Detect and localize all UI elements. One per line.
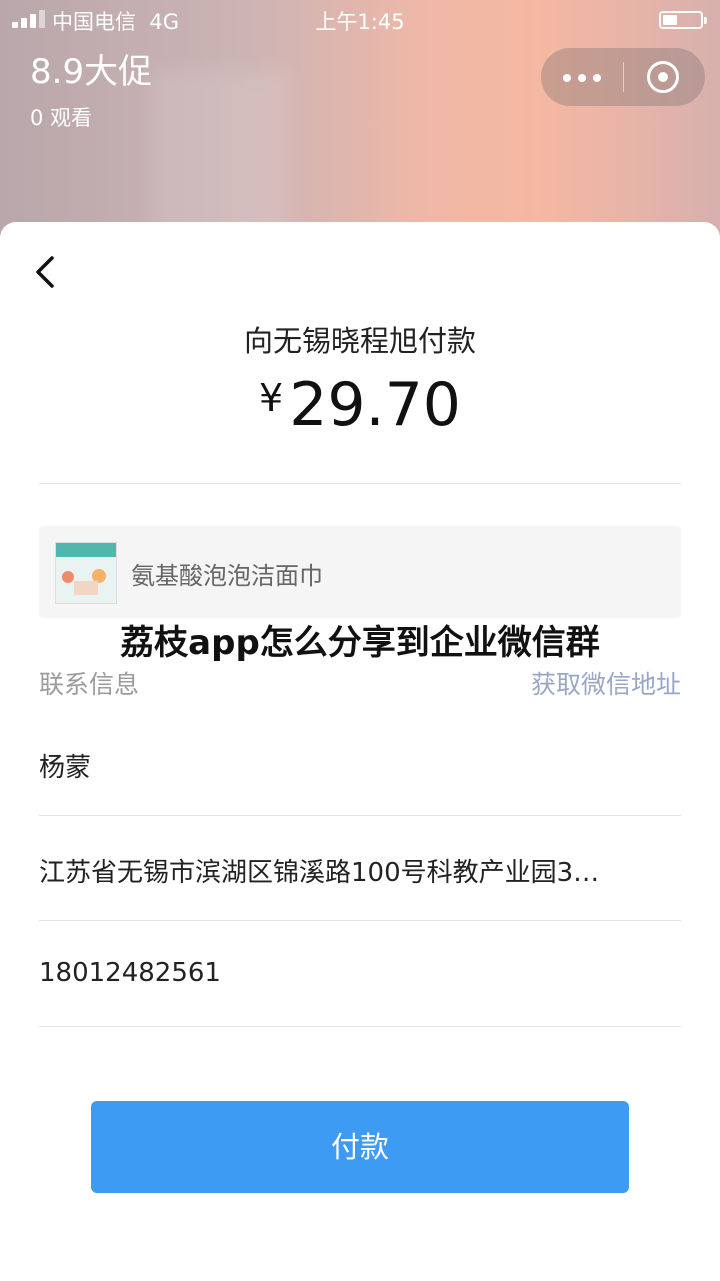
phone-field[interactable]: 18012482561 (39, 958, 681, 988)
payment-sheet: 向无锡晓程旭付款 ¥29.70 氨基酸泡泡洁面巾 联系信息 获取微信地址 杨蒙 … (0, 222, 720, 1281)
amount-value: 29.70 (289, 370, 461, 440)
close-mini-program-icon[interactable] (647, 61, 679, 93)
payee-title: 向无锡晓程旭付款 (243, 324, 476, 358)
name-field[interactable]: 杨蒙 (39, 747, 681, 784)
status-time: 上午1:45 (315, 10, 405, 34)
back-icon[interactable] (32, 252, 60, 292)
product-thumbnail (55, 542, 117, 604)
contact-info-label: 联系信息 (39, 670, 140, 699)
divider (39, 483, 681, 484)
pay-button[interactable]: 付款 (91, 1101, 629, 1193)
viewer-count: 0 观看 (30, 106, 93, 130)
get-wechat-address-link[interactable]: 获取微信地址 (531, 665, 681, 701)
divider (39, 920, 681, 921)
product-card: 氨基酸泡泡洁面巾 (39, 526, 681, 618)
live-title: 8.9大促 (30, 52, 153, 92)
product-name: 氨基酸泡泡洁面巾 (131, 562, 323, 590)
divider (39, 1026, 681, 1027)
mini-program-capsule (541, 48, 705, 106)
payment-amount: ¥29.70 (0, 370, 720, 440)
battery-icon (659, 11, 707, 29)
capsule-divider (623, 62, 624, 92)
more-icon[interactable] (563, 74, 603, 82)
address-field[interactable]: 江苏省无锡市滨湖区锦溪路100号科教产业园3… (39, 852, 681, 889)
divider (39, 815, 681, 816)
status-bar: 中国电信 4G 上午1:45 (0, 0, 720, 40)
currency-symbol: ¥ (259, 376, 284, 420)
watermark-title: 荔枝app怎么分享到企业微信群 (120, 623, 600, 663)
